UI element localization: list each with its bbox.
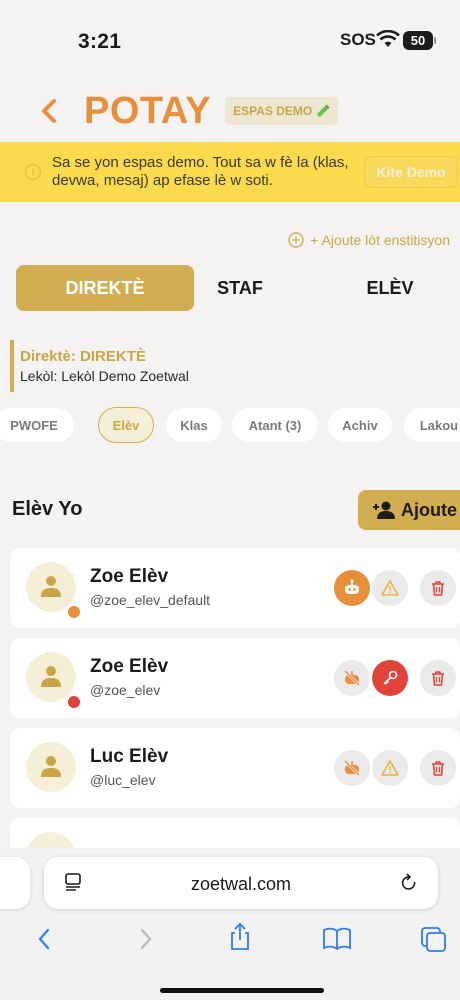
reload-icon[interactable]: [400, 873, 418, 893]
student-name: Zoe Elèv: [90, 566, 169, 587]
lock-badge-icon: [66, 694, 82, 710]
demo-badge: ESPAS DEMO: [225, 97, 339, 125]
person-icon: [41, 576, 61, 597]
tab-elev[interactable]: ELÈV: [320, 265, 460, 311]
section-chips: PWOFE Elèv Klas Atant (3) Achiv Lakou: [0, 407, 460, 444]
trash-icon: [432, 671, 444, 686]
person-icon: [41, 756, 61, 777]
plus-circle-icon: [288, 232, 304, 248]
school-name: Lekòl: Lekòl Demo Zoetwal: [20, 368, 189, 384]
student-name: Luc Elèv: [90, 746, 169, 767]
avatar: [26, 652, 82, 710]
student-row[interactable]: Luc Elèv @luc_elev: [10, 728, 460, 808]
student-name: Zoe Elèv: [90, 656, 169, 677]
status-bar: 3:21 SOS 50: [0, 0, 460, 80]
delete-button[interactable]: [420, 570, 456, 606]
trash-icon: [432, 581, 444, 596]
warning-icon: [381, 580, 399, 596]
student-handle: @luc_elev: [90, 772, 156, 788]
share-icon[interactable]: [228, 922, 252, 952]
robot-off-button[interactable]: [334, 660, 370, 696]
back-icon[interactable]: [36, 926, 54, 952]
chip-achiv[interactable]: Achiv: [328, 408, 392, 442]
student-handle: @zoe_elev_default: [90, 592, 211, 608]
director-name: Direktè: DIREKTÈ: [20, 348, 146, 365]
reset-password-button[interactable]: [372, 660, 408, 696]
battery-tip: [434, 37, 436, 44]
chip-klas[interactable]: Klas: [166, 408, 222, 442]
wifi-icon: [376, 30, 400, 47]
page-title: POTAY: [84, 89, 212, 132]
bookmarks-icon[interactable]: [322, 926, 352, 952]
sos-indicator: SOS: [340, 30, 376, 49]
director-info: Direktè: DIREKTÈ Lekòl: Lekòl Demo Zoetw…: [10, 340, 189, 392]
chip-pwofe[interactable]: PWOFE: [0, 408, 74, 442]
info-icon: [24, 163, 42, 181]
battery-icon: 50: [403, 31, 433, 50]
add-student-button[interactable]: Ajoute: [358, 490, 460, 530]
chip-atant[interactable]: Atant (3): [232, 408, 318, 442]
tabs-icon[interactable]: [420, 926, 448, 954]
chip-lakou[interactable]: Lakou: [404, 408, 460, 442]
chevron-left-icon[interactable]: [36, 91, 66, 131]
chip-elev[interactable]: Elèv: [98, 407, 154, 443]
key-icon: [383, 670, 398, 685]
student-handle: @zoe_elev: [90, 682, 161, 698]
exit-demo-button[interactable]: Kite Demo: [364, 156, 458, 188]
demo-badge-label: ESPAS DEMO: [233, 104, 313, 118]
trash-icon: [432, 761, 444, 776]
tab-staf[interactable]: STAF: [170, 265, 310, 311]
home-indicator: [160, 988, 324, 993]
warning-icon: [381, 760, 399, 776]
warning-button[interactable]: [372, 750, 408, 786]
warning-button[interactable]: [372, 570, 408, 606]
avatar: [26, 742, 76, 792]
robot-off-icon: [343, 669, 361, 687]
robot-off-button[interactable]: [334, 750, 370, 786]
student-row[interactable]: Zoe Elèv @zoe_elev: [10, 638, 460, 718]
person-icon: [41, 666, 61, 687]
robot-icon: [345, 579, 359, 594]
demo-banner: Sa se yon espas demo. Tout sa w fè la (k…: [0, 142, 460, 202]
add-institution-label: + Ajoute lòt enstitisyon: [310, 232, 450, 248]
forward-icon[interactable]: [136, 926, 154, 952]
add-institution-link[interactable]: + Ajoute lòt enstitisyon: [288, 232, 450, 248]
role-tabs: DIREKTÈ STAF ELÈV: [0, 265, 460, 311]
previous-tab-preview[interactable]: [0, 857, 30, 909]
no-robot-badge-icon: [66, 604, 82, 620]
avatar: [26, 562, 82, 620]
clock: 3:21: [78, 30, 122, 53]
delete-button[interactable]: [420, 750, 456, 786]
address-bar[interactable]: zoetwal.com: [44, 857, 438, 909]
test-tube-icon: [317, 104, 330, 117]
tab-direkte[interactable]: DIREKTÈ: [16, 265, 194, 311]
robot-off-icon: [343, 759, 361, 777]
add-student-label: Ajoute: [401, 499, 457, 520]
students-title: Elèv Yo: [12, 498, 83, 520]
student-row[interactable]: Zoe Elèv @zoe_elev_default: [10, 548, 460, 628]
page-header: POTAY ESPAS DEMO: [36, 88, 339, 134]
delete-button[interactable]: [420, 660, 456, 696]
banner-text: Sa se yon espas demo. Tout sa w fè la (k…: [52, 154, 349, 189]
url-text: zoetwal.com: [190, 874, 292, 894]
add-user-icon: [373, 501, 395, 519]
browser-toolbar: zoetwal.com: [0, 848, 460, 1000]
robot-button[interactable]: [334, 570, 370, 606]
